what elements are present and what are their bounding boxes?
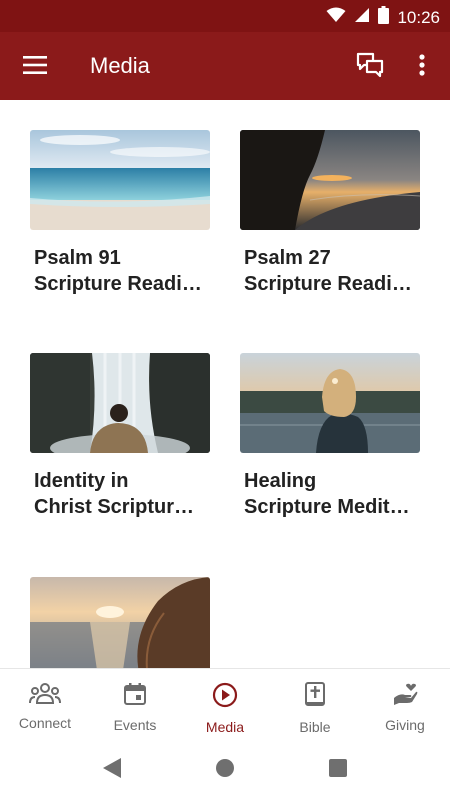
- media-thumbnail: [240, 130, 420, 230]
- media-title-line: Scripture Medit…: [244, 496, 410, 518]
- bible-icon: [304, 682, 326, 713]
- status-time: 10:26: [397, 7, 440, 27]
- media-title-line: Identity in: [34, 470, 129, 492]
- nav-item-connect[interactable]: Connect: [0, 669, 90, 740]
- system-nav-bar: [0, 740, 450, 800]
- media-grid: Psalm 91 Scripture Readi… Psalm 27 Scrip…: [0, 100, 450, 668]
- system-home-button[interactable]: [213, 758, 237, 782]
- signal-icon: [354, 7, 370, 28]
- media-thumbnail: [30, 577, 210, 668]
- media-title-line: Healing: [244, 470, 317, 492]
- more-vert-icon: [419, 53, 425, 81]
- chat-icon: [356, 52, 384, 83]
- wifi-icon: [326, 7, 346, 28]
- media-title-line: Scripture Readi…: [244, 273, 412, 295]
- media-title: Identity in Christ Scriptur…: [34, 468, 212, 520]
- nav-item-events[interactable]: Events: [90, 669, 180, 740]
- system-back-button[interactable]: [100, 757, 124, 784]
- media-card[interactable]: Identity in Christ Scriptur…: [30, 353, 212, 520]
- media-card[interactable]: [30, 577, 212, 668]
- people-icon: [29, 682, 61, 709]
- media-title-line: Psalm 91: [34, 247, 121, 269]
- status-icons: 10:26: [326, 6, 440, 29]
- battery-icon: [378, 6, 390, 29]
- nav-label: Giving: [385, 717, 425, 733]
- media-title: Psalm 91 Scripture Readi…: [34, 245, 212, 297]
- more-options-button[interactable]: [408, 49, 436, 85]
- media-card[interactable]: Healing Scripture Medit…: [240, 353, 422, 520]
- media-title-line: Scripture Readi…: [34, 273, 202, 295]
- recents-icon: [328, 758, 348, 783]
- system-recents-button[interactable]: [326, 758, 350, 782]
- chat-button[interactable]: [352, 49, 388, 85]
- nav-label: Bible: [299, 719, 331, 735]
- nav-label: Connect: [18, 715, 72, 731]
- media-title-line: Psalm 27: [244, 247, 331, 269]
- nav-label: Events: [113, 717, 157, 733]
- back-icon: [102, 757, 122, 784]
- calendar-icon: [123, 682, 147, 711]
- media-title-line: Christ Scriptur…: [34, 496, 195, 518]
- nav-item-media[interactable]: Media: [180, 669, 270, 740]
- media-title: Psalm 27 Scripture Readi…: [244, 245, 422, 297]
- media-thumbnail: [30, 353, 210, 453]
- menu-button[interactable]: [18, 50, 52, 84]
- nav-item-giving[interactable]: Giving: [360, 669, 450, 740]
- menu-icon: [23, 55, 47, 79]
- media-thumbnail: [240, 353, 420, 453]
- media-card[interactable]: Psalm 27 Scripture Readi…: [240, 130, 422, 297]
- media-title: Healing Scripture Medit…: [244, 468, 422, 520]
- app-bar: Media: [0, 32, 450, 100]
- media-thumbnail: [30, 130, 210, 230]
- giving-hand-icon: [391, 682, 419, 711]
- media-card[interactable]: Psalm 91 Scripture Readi…: [30, 130, 212, 297]
- bottom-nav: Connect Events Media Bible Giving: [0, 668, 450, 740]
- page-title: Media: [90, 53, 150, 78]
- nav-item-bible[interactable]: Bible: [270, 669, 360, 740]
- play-circle-icon: [212, 682, 238, 713]
- home-icon: [215, 758, 235, 783]
- nav-label: Media: [205, 719, 245, 735]
- status-bar: 10:26: [0, 0, 450, 32]
